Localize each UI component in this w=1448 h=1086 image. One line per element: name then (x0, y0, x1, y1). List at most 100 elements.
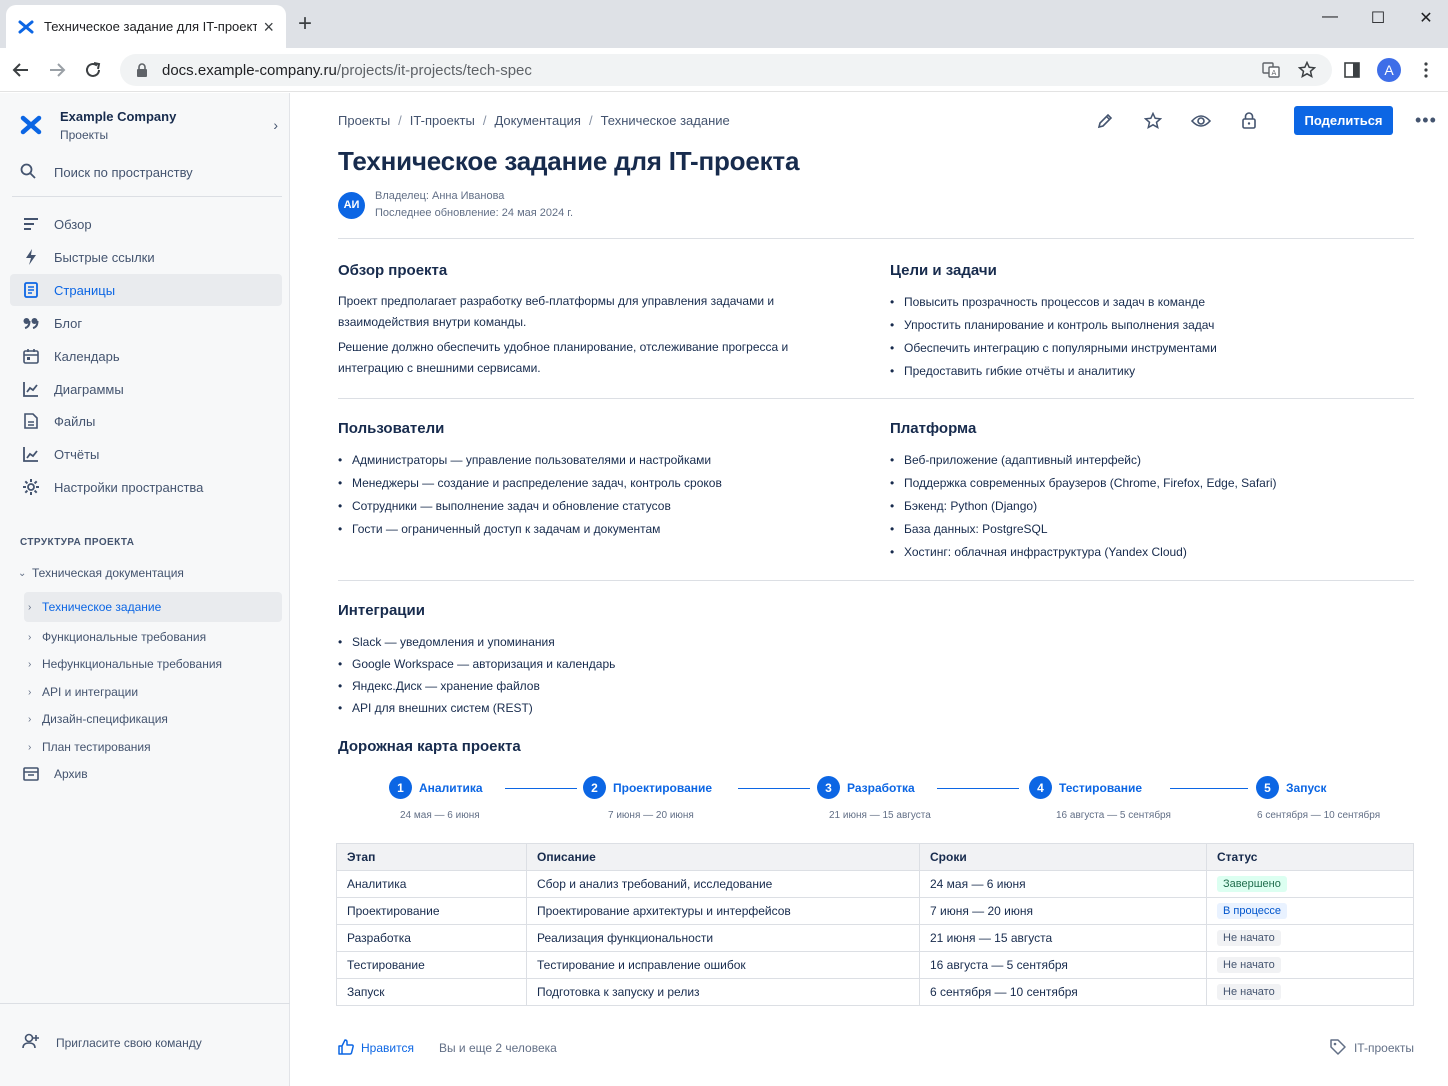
reload-icon[interactable] (81, 58, 105, 82)
address-bar[interactable]: docs.example-company.ru/projects/it-proj… (120, 54, 1332, 86)
roadmap-step: 4 Тестирование (1029, 776, 1142, 799)
step-number: 5 (1256, 776, 1279, 799)
sidebar-item-calendar[interactable]: Календарь (10, 340, 282, 372)
sidebar-item-overview[interactable]: Обзор (10, 208, 282, 240)
chart-icon (22, 380, 40, 398)
step-dates: 16 августа — 5 сентября (1056, 810, 1171, 821)
section-title: Цели и задачи (890, 262, 997, 279)
step-dates: 24 мая — 6 июня (400, 810, 480, 821)
bookmark-star-icon[interactable] (1297, 60, 1317, 84)
sidebar-item-label: Календарь (54, 348, 120, 364)
table-row: Запуск Подготовка к запуску и релиз 6 се… (336, 978, 1414, 1006)
profile-avatar[interactable]: A (1377, 58, 1401, 82)
space-switcher[interactable]: Example Company Проекты › (20, 105, 278, 145)
more-actions-icon[interactable]: ••• (1415, 110, 1437, 131)
chevron-down-icon[interactable]: ⌄ (18, 568, 32, 579)
restrictions-lock-icon[interactable] (1238, 110, 1260, 132)
chevron-right-icon[interactable]: › (28, 632, 42, 643)
status-cell: Не начато (1206, 951, 1414, 979)
edit-pencil-icon[interactable] (1094, 110, 1116, 132)
tree-item-tech-docs[interactable]: ⌄ Техническая документация (18, 558, 276, 588)
list-item: Яндекс.Диск — хранение файлов (338, 675, 858, 697)
invite-team-button[interactable]: Пригласите свою команду (22, 1033, 202, 1052)
watch-eye-icon[interactable] (1190, 110, 1212, 132)
browser-tab[interactable]: Техническое задание для IT-проекта × (6, 5, 286, 48)
table-row: Разработка Реализация функциональности 2… (336, 924, 1414, 952)
sidebar-item-space-settings[interactable]: Настройки пространства (10, 471, 282, 503)
page-meta: Владелец: Анна Иванова Последнее обновле… (375, 188, 573, 222)
list-item: Сотрудники — выполнение задач и обновлен… (338, 495, 858, 518)
column-header: Статус (1206, 843, 1414, 871)
search-icon (20, 163, 38, 182)
tree-item-nonfunctional[interactable]: › Нефункциональные требования (24, 649, 282, 679)
tree-item-functional[interactable]: › Функциональные требования (24, 622, 282, 652)
project-structure-heading: СТРУКТУРА ПРОЕКТА (20, 537, 135, 548)
avatar[interactable]: АИ (338, 191, 365, 219)
tree-item-label: Дизайн-спецификация (42, 712, 168, 726)
table-header-row: Этап Описание Сроки Статус (336, 843, 1414, 871)
sidebar-item-archive[interactable]: Архив (10, 758, 282, 790)
maximize-icon[interactable]: ☐ (1366, 8, 1390, 28)
sidebar-item-reports[interactable]: Отчёты (10, 438, 282, 470)
chevron-right-icon[interactable]: › (28, 659, 42, 670)
sidebar-item-pages[interactable]: Страницы (10, 274, 282, 306)
new-tab-icon[interactable]: + (298, 12, 312, 36)
roadmap-connector (937, 788, 1019, 789)
tree-item-label: План тестирования (42, 740, 151, 754)
roadmap-title: Дорожная карта проекта (338, 738, 521, 755)
browser-menu-icon[interactable] (1414, 58, 1438, 82)
sidebar-divider (12, 196, 282, 197)
chevron-right-icon[interactable]: › (28, 602, 42, 613)
forward-icon[interactable] (45, 58, 69, 82)
star-icon[interactable] (1142, 110, 1164, 132)
goals-list: Повысить прозрачность процессов и задач … (890, 291, 1410, 383)
owner-text: Владелец: Анна Иванова (375, 190, 505, 202)
chevron-right-icon[interactable]: › (273, 117, 278, 133)
space-search[interactable]: Поиск по пространству (20, 163, 280, 182)
breadcrumb-item[interactable]: Документация (494, 113, 581, 128)
like-button[interactable]: Нравится (338, 1038, 414, 1058)
back-icon[interactable] (9, 58, 33, 82)
tree-item-design[interactable]: › Дизайн-спецификация (24, 704, 282, 734)
list-item: Гости — ограниченный доступ к задачам и … (338, 518, 858, 541)
chevron-right-icon[interactable]: › (28, 714, 42, 725)
company-name: Example Company (60, 108, 177, 124)
users-section: Пользователи Администраторы — управление… (338, 420, 858, 541)
page-actions: Поделиться ••• (1094, 106, 1437, 135)
chevron-right-icon[interactable]: › (28, 742, 42, 753)
content-divider (338, 238, 1414, 239)
paragraph: Решение должно обеспечить удобное планир… (338, 340, 789, 375)
svg-text:A: A (1272, 69, 1277, 77)
section-title: Пользователи (338, 420, 445, 437)
tab-close-icon[interactable]: × (263, 18, 274, 36)
quote-icon (22, 314, 40, 332)
roadmap-connector (738, 788, 810, 789)
stages-table: Этап Описание Сроки Статус Аналитика Сбо… (336, 843, 1414, 1006)
chevron-right-icon[interactable]: › (28, 687, 42, 698)
sidebar-item-blog[interactable]: Блог (10, 307, 282, 339)
sidebar-item-label: Страницы (54, 282, 116, 298)
sidebar-item-diagrams[interactable]: Диаграммы (10, 373, 282, 405)
stage-cell: Тестирование (336, 951, 527, 979)
tree-item-api[interactable]: › API и интеграции (24, 677, 282, 707)
page-label[interactable]: IT-проекты (1330, 1038, 1414, 1058)
breadcrumb-item[interactable]: Проекты (338, 113, 390, 128)
minimize-icon[interactable]: — (1318, 8, 1342, 26)
share-button[interactable]: Поделиться (1294, 106, 1393, 135)
users-list: Администраторы — управление пользователя… (338, 449, 858, 541)
tree-item-tech-spec[interactable]: › Техническое задание (24, 592, 282, 622)
side-panel-icon[interactable] (1340, 58, 1364, 82)
translate-icon[interactable]: A (1262, 61, 1280, 84)
breadcrumb-item[interactable]: Техническое задание (601, 113, 730, 128)
gear-icon (22, 478, 40, 496)
window-close-icon[interactable]: ✕ (1414, 8, 1438, 28)
column-header: Сроки (919, 843, 1207, 871)
dates-cell: 7 июня — 20 июня (919, 897, 1207, 925)
sidebar-item-quick-links[interactable]: Быстрые ссылки (10, 241, 282, 273)
breadcrumb-item[interactable]: IT-проекты (410, 113, 475, 128)
description-cell: Подготовка к запуску и релиз (526, 978, 920, 1006)
sidebar-item-files[interactable]: Файлы (10, 405, 282, 437)
lock-icon (136, 63, 150, 77)
step-number: 4 (1029, 776, 1052, 799)
page-owner: АИ Владелец: Анна Иванова Последнее обно… (338, 188, 573, 222)
